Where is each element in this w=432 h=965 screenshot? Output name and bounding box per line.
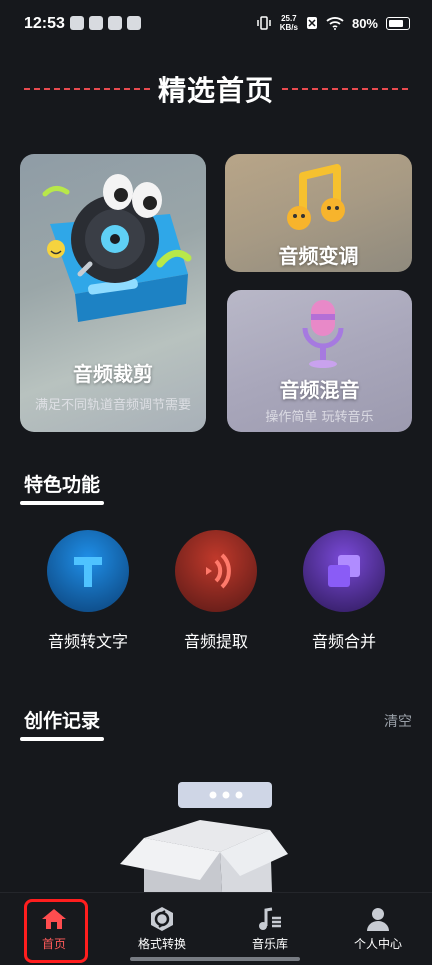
- gallery-icon: [70, 16, 84, 30]
- clear-button[interactable]: 清空: [384, 711, 412, 731]
- page-title: 精选首页: [158, 74, 275, 107]
- nav-profile[interactable]: 个人中心: [324, 893, 432, 955]
- status-time: 12:53: [24, 15, 65, 32]
- notification-icons: [70, 16, 141, 30]
- wifi-icon: [326, 17, 344, 30]
- music-library-icon: [256, 905, 284, 933]
- message-icon: [127, 16, 141, 30]
- page-title-row: 精选首页: [24, 72, 409, 107]
- feature-label: 音频转文字: [47, 632, 128, 651]
- audio-pitch-card[interactable]: 音频变调: [225, 154, 412, 272]
- active-tab-highlight: [24, 899, 88, 963]
- turntable-illustration: [42, 174, 192, 322]
- merge-squares-icon: [303, 530, 385, 612]
- text-t-icon: [47, 530, 129, 612]
- feature-label: 音频合并: [311, 632, 376, 651]
- feature-audio-merge[interactable]: 音频合并: [284, 530, 404, 652]
- empty-box-illustration: [120, 782, 288, 892]
- records-section-title: 创作记录: [20, 706, 104, 741]
- features-section-title: 特色功能: [20, 470, 104, 505]
- audio-pitch-label: 音频变调: [278, 244, 359, 268]
- nav-format-convert[interactable]: 格式转换: [108, 893, 216, 955]
- status-right: 25.7 KB/s 80%: [256, 14, 410, 32]
- audio-trim-subtitle: 满足不同轨道音频调节需要: [34, 398, 191, 413]
- microphone-illustration: [302, 300, 344, 368]
- battery-icon: [386, 16, 410, 30]
- section-underline: [20, 501, 104, 505]
- audio-wave-icon: [175, 530, 257, 612]
- network-speed: 25.7 KB/s: [279, 14, 298, 32]
- title-divider-right: [282, 88, 409, 90]
- audio-mix-card[interactable]: 音频混音 操作简单 玩转音乐: [227, 290, 412, 432]
- nav-music-library[interactable]: 音乐库: [216, 893, 324, 955]
- audio-mix-label: 音频混音: [279, 378, 360, 402]
- convert-icon: [148, 905, 176, 933]
- audio-mix-subtitle: 操作简单 玩转音乐: [265, 410, 374, 425]
- feature-label: 音频提取: [183, 632, 248, 651]
- title-divider-left: [24, 88, 150, 90]
- music-note-illustration: [287, 164, 345, 230]
- play-icon: [89, 16, 103, 30]
- feature-audio-to-text[interactable]: 音频转文字: [28, 530, 148, 652]
- sim-off-icon: [306, 17, 317, 29]
- section-underline: [20, 737, 104, 741]
- home-indicator: [130, 957, 300, 961]
- vibrate-icon: [256, 16, 271, 30]
- audio-trim-card[interactable]: 音频裁剪 满足不同轨道音频调节需要: [20, 154, 206, 432]
- app-icon: [108, 16, 122, 30]
- person-icon: [364, 905, 392, 933]
- status-bar: 12:53 25.7 KB/s 80%: [0, 0, 432, 52]
- bottom-navigation: 首页 格式转换 音乐库 个人中心: [0, 892, 432, 965]
- battery-percent: 80%: [351, 15, 378, 31]
- feature-audio-extract[interactable]: 音频提取: [156, 530, 276, 652]
- audio-trim-label: 音频裁剪: [73, 362, 153, 386]
